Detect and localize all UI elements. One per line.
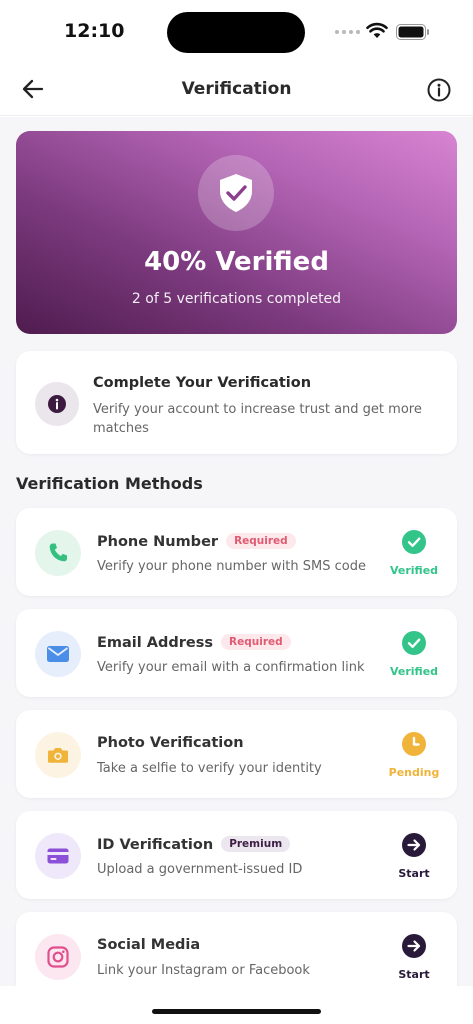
- method-card-email[interactable]: Email Address Required Verify your email …: [16, 609, 457, 697]
- arrow-right-circle-icon[interactable]: [402, 833, 426, 857]
- info-icon: [48, 395, 66, 413]
- info-card-description: Verify your account to increase trust an…: [93, 402, 422, 436]
- required-badge: Required: [221, 634, 291, 650]
- cellular-signal-icon: [335, 30, 360, 34]
- method-title: Phone Number Required: [97, 533, 296, 550]
- status-label: Verified: [389, 665, 439, 678]
- start-button[interactable]: Start: [380, 867, 448, 880]
- page-title: Verification: [181, 79, 292, 99]
- camera-icon: [48, 748, 68, 763]
- method-card-id[interactable]: ID Verification Premium Upload a governme…: [16, 811, 457, 899]
- clock-icon: [402, 732, 426, 756]
- status-bar: 12:10: [0, 0, 473, 60]
- premium-badge: Premium: [221, 836, 291, 852]
- status-label: Pending: [388, 766, 440, 779]
- method-description: Take a selfie to verify your identity: [97, 761, 322, 776]
- dynamic-island: [167, 12, 305, 53]
- instagram-icon: [47, 946, 69, 968]
- battery-icon: [396, 24, 429, 40]
- id-card-icon: [47, 848, 69, 864]
- nav-bar: Verification: [0, 66, 473, 116]
- email-icon: [47, 646, 69, 662]
- method-title: Social Media: [97, 937, 201, 953]
- method-card-phone[interactable]: Phone Number Required Verify your phone n…: [16, 508, 457, 596]
- phone-icon-badge: [35, 530, 81, 576]
- verification-count: 2 of 5 verifications completed: [131, 291, 342, 307]
- email-icon-badge: [35, 631, 81, 677]
- home-indicator[interactable]: [152, 1009, 321, 1014]
- verification-percent: 40% Verified: [144, 247, 329, 277]
- home-bar: [0, 986, 473, 1024]
- required-badge: Required: [226, 533, 296, 549]
- check-circle-icon: [402, 530, 426, 554]
- method-description: Link your Instagram or Facebook: [97, 963, 310, 978]
- method-description: Upload a government-issued ID: [97, 862, 303, 877]
- section-title: Verification Methods: [16, 474, 203, 493]
- info-circle-icon[interactable]: [426, 77, 452, 103]
- method-description: Verify your phone number with SMS code: [97, 559, 366, 574]
- method-card-social[interactable]: Social Media Link your Instagram or Face…: [16, 912, 457, 986]
- method-title: ID Verification Premium: [97, 836, 291, 853]
- phone-icon: [49, 543, 67, 562]
- status-label: Verified: [389, 564, 439, 577]
- shield-check-icon: [220, 174, 252, 212]
- camera-icon-badge: [35, 732, 81, 778]
- info-badge: [35, 382, 79, 426]
- complete-verification-card: Complete Your Verification Verify your a…: [16, 351, 457, 454]
- status-time: 12:10: [64, 20, 125, 42]
- method-description: Verify your email with a confirmation li…: [97, 660, 365, 675]
- check-circle-icon: [402, 631, 426, 655]
- verification-progress-card: 40% Verified 2 of 5 verifications comple…: [16, 131, 457, 334]
- id-card-icon-badge: [35, 833, 81, 879]
- info-card-title: Complete Your Verification: [93, 375, 312, 391]
- instagram-icon-badge: [35, 934, 81, 980]
- hero-badge: [198, 155, 274, 231]
- wifi-icon: [366, 22, 388, 38]
- method-card-photo[interactable]: Photo Verification Take a selfie to veri…: [16, 710, 457, 798]
- content-area: 40% Verified 2 of 5 verifications comple…: [0, 117, 473, 986]
- arrow-right-circle-icon[interactable]: [402, 934, 426, 958]
- method-title: Email Address Required: [97, 634, 291, 651]
- start-button[interactable]: Start: [380, 968, 448, 981]
- method-title: Photo Verification: [97, 735, 244, 751]
